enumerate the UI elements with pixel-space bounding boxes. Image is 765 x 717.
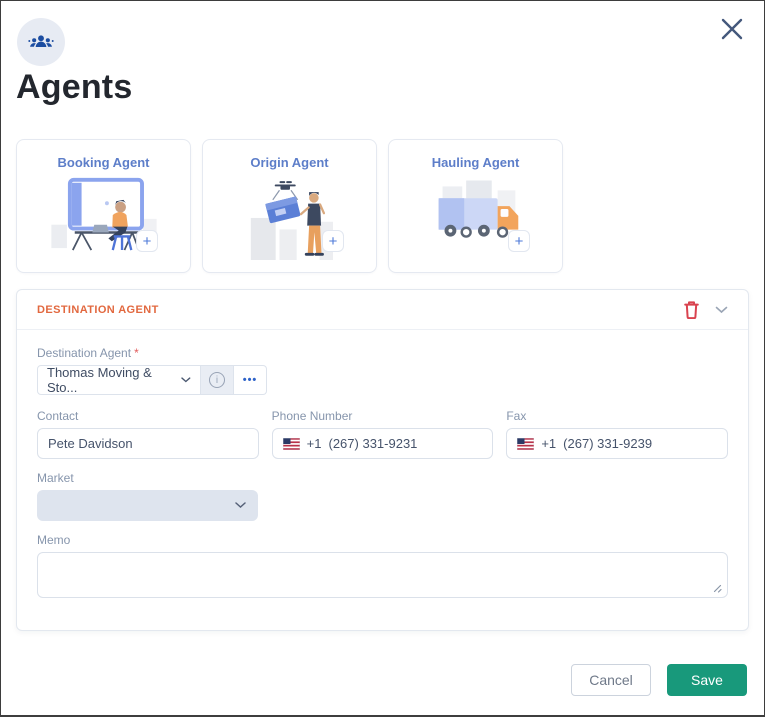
agent-card-hauling: Hauling Agent + (388, 139, 563, 273)
close-icon (721, 18, 743, 40)
card-title-hauling: Hauling Agent (431, 155, 520, 170)
agent-cards-row: Booking Agent + Origin Agent + Hauling A… (16, 139, 749, 273)
memo-textarea[interactable] (37, 552, 728, 598)
info-icon: i (209, 372, 225, 388)
market-select[interactable] (37, 490, 258, 521)
phone-label: Phone Number (271, 409, 353, 423)
fax-input[interactable]: +1 (267) 331-9239 (506, 428, 729, 459)
contact-label: Contact (37, 409, 79, 423)
contact-phone-fax-row: Contact Pete Davidson Phone Number +1 (2… (37, 409, 729, 459)
cancel-button[interactable]: Cancel (571, 664, 651, 696)
hauling-agent-illustration (389, 174, 562, 248)
chevron-down-icon (181, 377, 191, 383)
agents-modal: Agents Booking Agent + Origin Agent + Ha… (0, 0, 765, 717)
phone-input[interactable]: +1 (267) 331-9231 (271, 428, 494, 459)
add-origin-agent-button[interactable]: + (322, 230, 344, 252)
agents-avatar (17, 18, 65, 66)
destination-agent-selected-value: Thomas Moving & Sto... (47, 365, 152, 395)
agent-more-options-button[interactable]: ••• (234, 365, 267, 395)
agent-card-booking: Booking Agent + (16, 139, 191, 273)
delete-agent-button[interactable] (683, 300, 700, 319)
panel-title: DESTINATION AGENT (37, 303, 159, 316)
add-hauling-agent-button[interactable]: + (508, 230, 530, 252)
card-title-booking: Booking Agent (57, 155, 150, 170)
people-group-icon (28, 35, 54, 47)
fax-dial-code: +1 (541, 436, 557, 451)
contact-value: Pete Davidson (48, 436, 133, 451)
memo-label: Memo (37, 533, 71, 547)
collapse-panel-button[interactable] (715, 306, 728, 314)
destination-agent-form: Destination Agent * Thomas Moving & Sto..… (17, 330, 748, 598)
resize-handle-icon[interactable] (712, 583, 722, 593)
ellipsis-icon: ••• (242, 374, 258, 386)
booking-agent-illustration (17, 174, 190, 252)
destination-agent-select[interactable]: Thomas Moving & Sto... (37, 365, 201, 395)
plus-icon: + (328, 232, 338, 250)
plus-icon: + (514, 232, 524, 250)
save-button[interactable]: Save (667, 664, 747, 696)
destination-agent-select-group: Thomas Moving & Sto... i ••• (37, 365, 728, 395)
destination-agent-label-text: Destination Agent (37, 346, 132, 360)
card-title-origin: Origin Agent (250, 155, 329, 170)
chevron-down-icon (235, 502, 246, 509)
panel-actions (683, 300, 728, 319)
market-label: Market (37, 471, 74, 485)
memo-field: Memo (37, 533, 728, 598)
agent-card-origin: Origin Agent + (202, 139, 377, 273)
phone-number-value: (267) 331-9231 (328, 436, 418, 451)
page-title: Agents (16, 68, 133, 106)
modal-footer: Cancel Save (1, 664, 747, 696)
origin-agent-illustration (203, 174, 376, 260)
phone-dial-code: +1 (306, 436, 322, 451)
trash-icon (684, 301, 699, 319)
us-flag-icon (517, 437, 535, 450)
agent-info-button[interactable]: i (201, 365, 234, 395)
fax-label: Fax (506, 409, 527, 423)
fax-number-value: (267) 331-9239 (563, 436, 653, 451)
chevron-down-icon (715, 306, 728, 313)
market-field: Market (37, 471, 258, 521)
destination-agent-panel-header: DESTINATION AGENT (17, 290, 748, 330)
plus-icon: + (142, 232, 152, 250)
us-flag-icon (282, 437, 300, 450)
required-asterisk: * (134, 346, 139, 360)
destination-agent-label: Destination Agent * (37, 346, 728, 360)
add-booking-agent-button[interactable]: + (136, 230, 158, 252)
destination-agent-panel: DESTINATION AGENT Destination Agent * Th… (16, 289, 749, 631)
contact-input[interactable]: Pete Davidson (37, 428, 259, 459)
close-button[interactable] (714, 11, 750, 47)
